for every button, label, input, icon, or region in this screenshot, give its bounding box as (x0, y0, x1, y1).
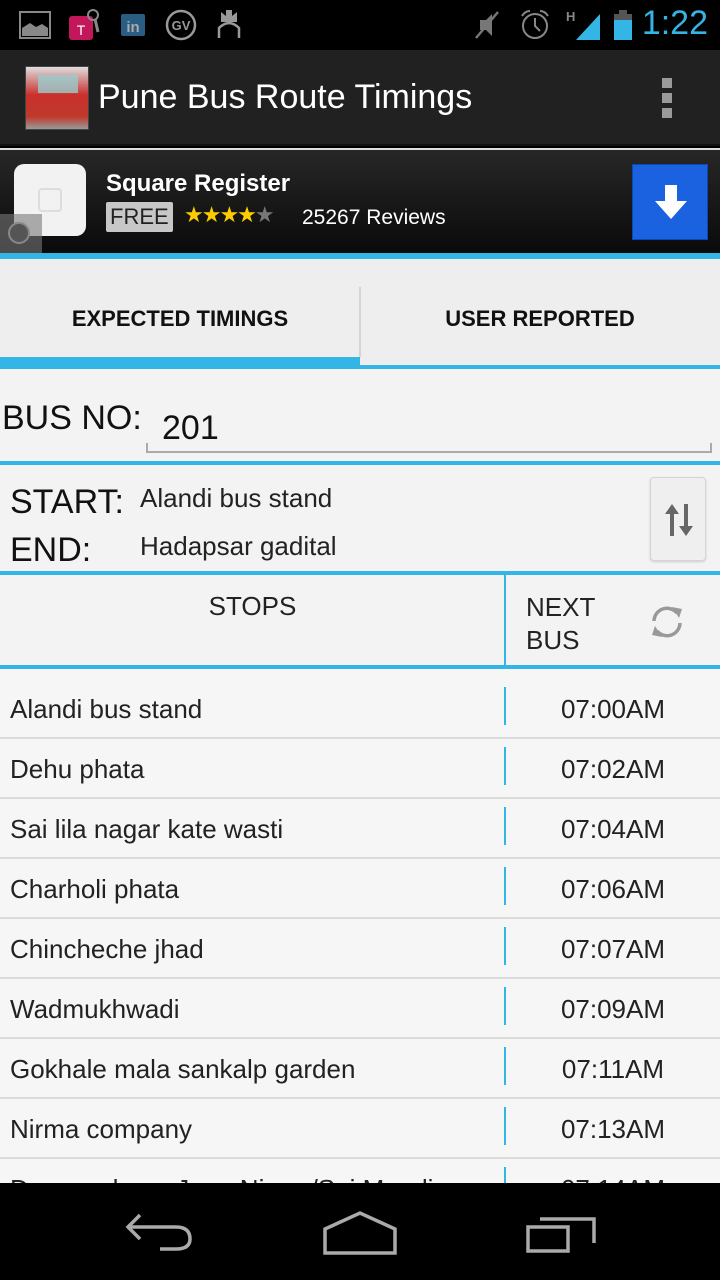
table-header: STOPS NEXT BUS (0, 575, 720, 665)
table-row[interactable]: Wadmukhwadi 07:09AM (0, 979, 720, 1039)
svg-text:H: H (566, 9, 575, 24)
table-row[interactable]: Charholi phata 07:06AM (0, 859, 720, 919)
mute-icon (475, 11, 499, 39)
bus-number-input[interactable]: 201 (146, 389, 712, 453)
swap-direction-icon (665, 504, 693, 536)
signal-hspa-icon: H (566, 9, 600, 40)
bus-logo[interactable] (25, 66, 89, 130)
clock: 1:22 (641, 4, 708, 42)
column-divider (504, 575, 506, 665)
next-bus-line2: BUS (526, 625, 580, 655)
linkedin-icon: in (121, 14, 145, 36)
next-bus-time: 07:07AM (560, 934, 666, 964)
ad-reviews: 25267 Reviews (302, 206, 446, 229)
gallery-icon (19, 11, 51, 39)
ad-title[interactable]: Square Register (106, 170, 290, 198)
stops-list[interactable]: Alandi bus stand 07:00AM Dehu phata 07:02A… (0, 669, 720, 1189)
overflow-menu-icon[interactable] (662, 78, 674, 120)
bus-number-row: BUS NO: 201 (0, 369, 720, 461)
end-label: END: (10, 531, 92, 569)
headset-icon (217, 10, 241, 38)
stop-name: Chincheche jhad (10, 934, 204, 964)
stop-name: Charholi phata (10, 874, 180, 904)
stop-name: Gokhale mala sankalp garden (10, 1054, 356, 1084)
svg-text:T: T (77, 22, 86, 38)
refresh-icon[interactable] (646, 601, 688, 643)
action-bar: Pune Bus Route Timings (0, 50, 720, 146)
home-icon[interactable] (322, 1211, 398, 1255)
start-label: START: (10, 483, 124, 521)
back-icon[interactable] (124, 1211, 196, 1255)
svg-text:GV: GV (172, 18, 191, 33)
stop-name: Alandi bus stand (10, 694, 203, 724)
table-row[interactable]: Alandi bus stand 07:00AM (0, 669, 720, 739)
recent-apps-icon[interactable] (526, 1211, 600, 1255)
battery-icon (614, 10, 632, 40)
bus-number-label: BUS NO: (2, 399, 142, 437)
next-bus-line1: NEXT (526, 592, 596, 622)
start-value: Alandi bus stand (140, 483, 333, 513)
next-bus-time: 07:13AM (560, 1114, 666, 1144)
table-row[interactable]: Sai lila nagar kate wasti 07:04AM (0, 799, 720, 859)
table-row[interactable]: Chincheche jhad 07:07AM (0, 919, 720, 979)
status-bar: T in GV H 1:22 (0, 0, 720, 50)
next-bus-time: 07:09AM (560, 994, 666, 1024)
stop-name: Wadmukhwadi (10, 994, 180, 1024)
tab-bar: EXPECTED TIMINGS USER REPORTED (0, 259, 720, 369)
ad-download-button[interactable] (632, 164, 708, 240)
ad-info-icon[interactable] (0, 214, 42, 254)
google-voice-icon: GV (165, 9, 197, 41)
alarm-icon (521, 10, 549, 39)
navigation-bar (0, 1183, 720, 1280)
download-arrow-icon (655, 185, 687, 219)
table-row[interactable]: Gokhale mala sankalp garden 07:11AM (0, 1039, 720, 1099)
column-header-stops: STOPS (208, 591, 297, 621)
stop-name: Sai lila nagar kate wasti (10, 814, 284, 844)
swap-direction-button[interactable] (650, 477, 706, 561)
ad-price-badge: FREE (106, 202, 173, 232)
table-row[interactable]: Nirma company 07:13AM (0, 1099, 720, 1159)
ad-rating-stars: ★★★★★ (184, 202, 275, 227)
column-header-next-bus: NEXT BUS (526, 591, 595, 657)
t-mobile-icon: T (69, 9, 100, 40)
tab-user-reported[interactable]: USER REPORTED (360, 259, 720, 369)
svg-text:in: in (126, 19, 139, 36)
tab-expected-timings[interactable]: EXPECTED TIMINGS (0, 259, 360, 369)
content: EXPECTED TIMINGS USER REPORTED BUS NO: 2… (0, 253, 720, 1189)
stop-name: Nirma company (10, 1114, 193, 1144)
next-bus-time: 07:00AM (560, 694, 666, 724)
next-bus-time: 07:11AM (561, 1054, 665, 1084)
route-info: START: Alandi bus stand END: Hadapsar ga… (0, 465, 720, 571)
ad-banner[interactable]: Square Register FREE ★★★★★ 25267 Reviews (0, 148, 720, 254)
next-bus-time: 07:02AM (560, 754, 666, 784)
next-bus-time: 07:06AM (560, 874, 666, 904)
stop-name: Dehu phata (10, 754, 145, 784)
end-value: Hadapsar gadital (140, 531, 337, 561)
next-bus-time: 07:04AM (560, 814, 666, 844)
app-title: Pune Bus Route Timings (98, 78, 473, 116)
table-row[interactable]: Dehu phata 07:02AM (0, 739, 720, 799)
